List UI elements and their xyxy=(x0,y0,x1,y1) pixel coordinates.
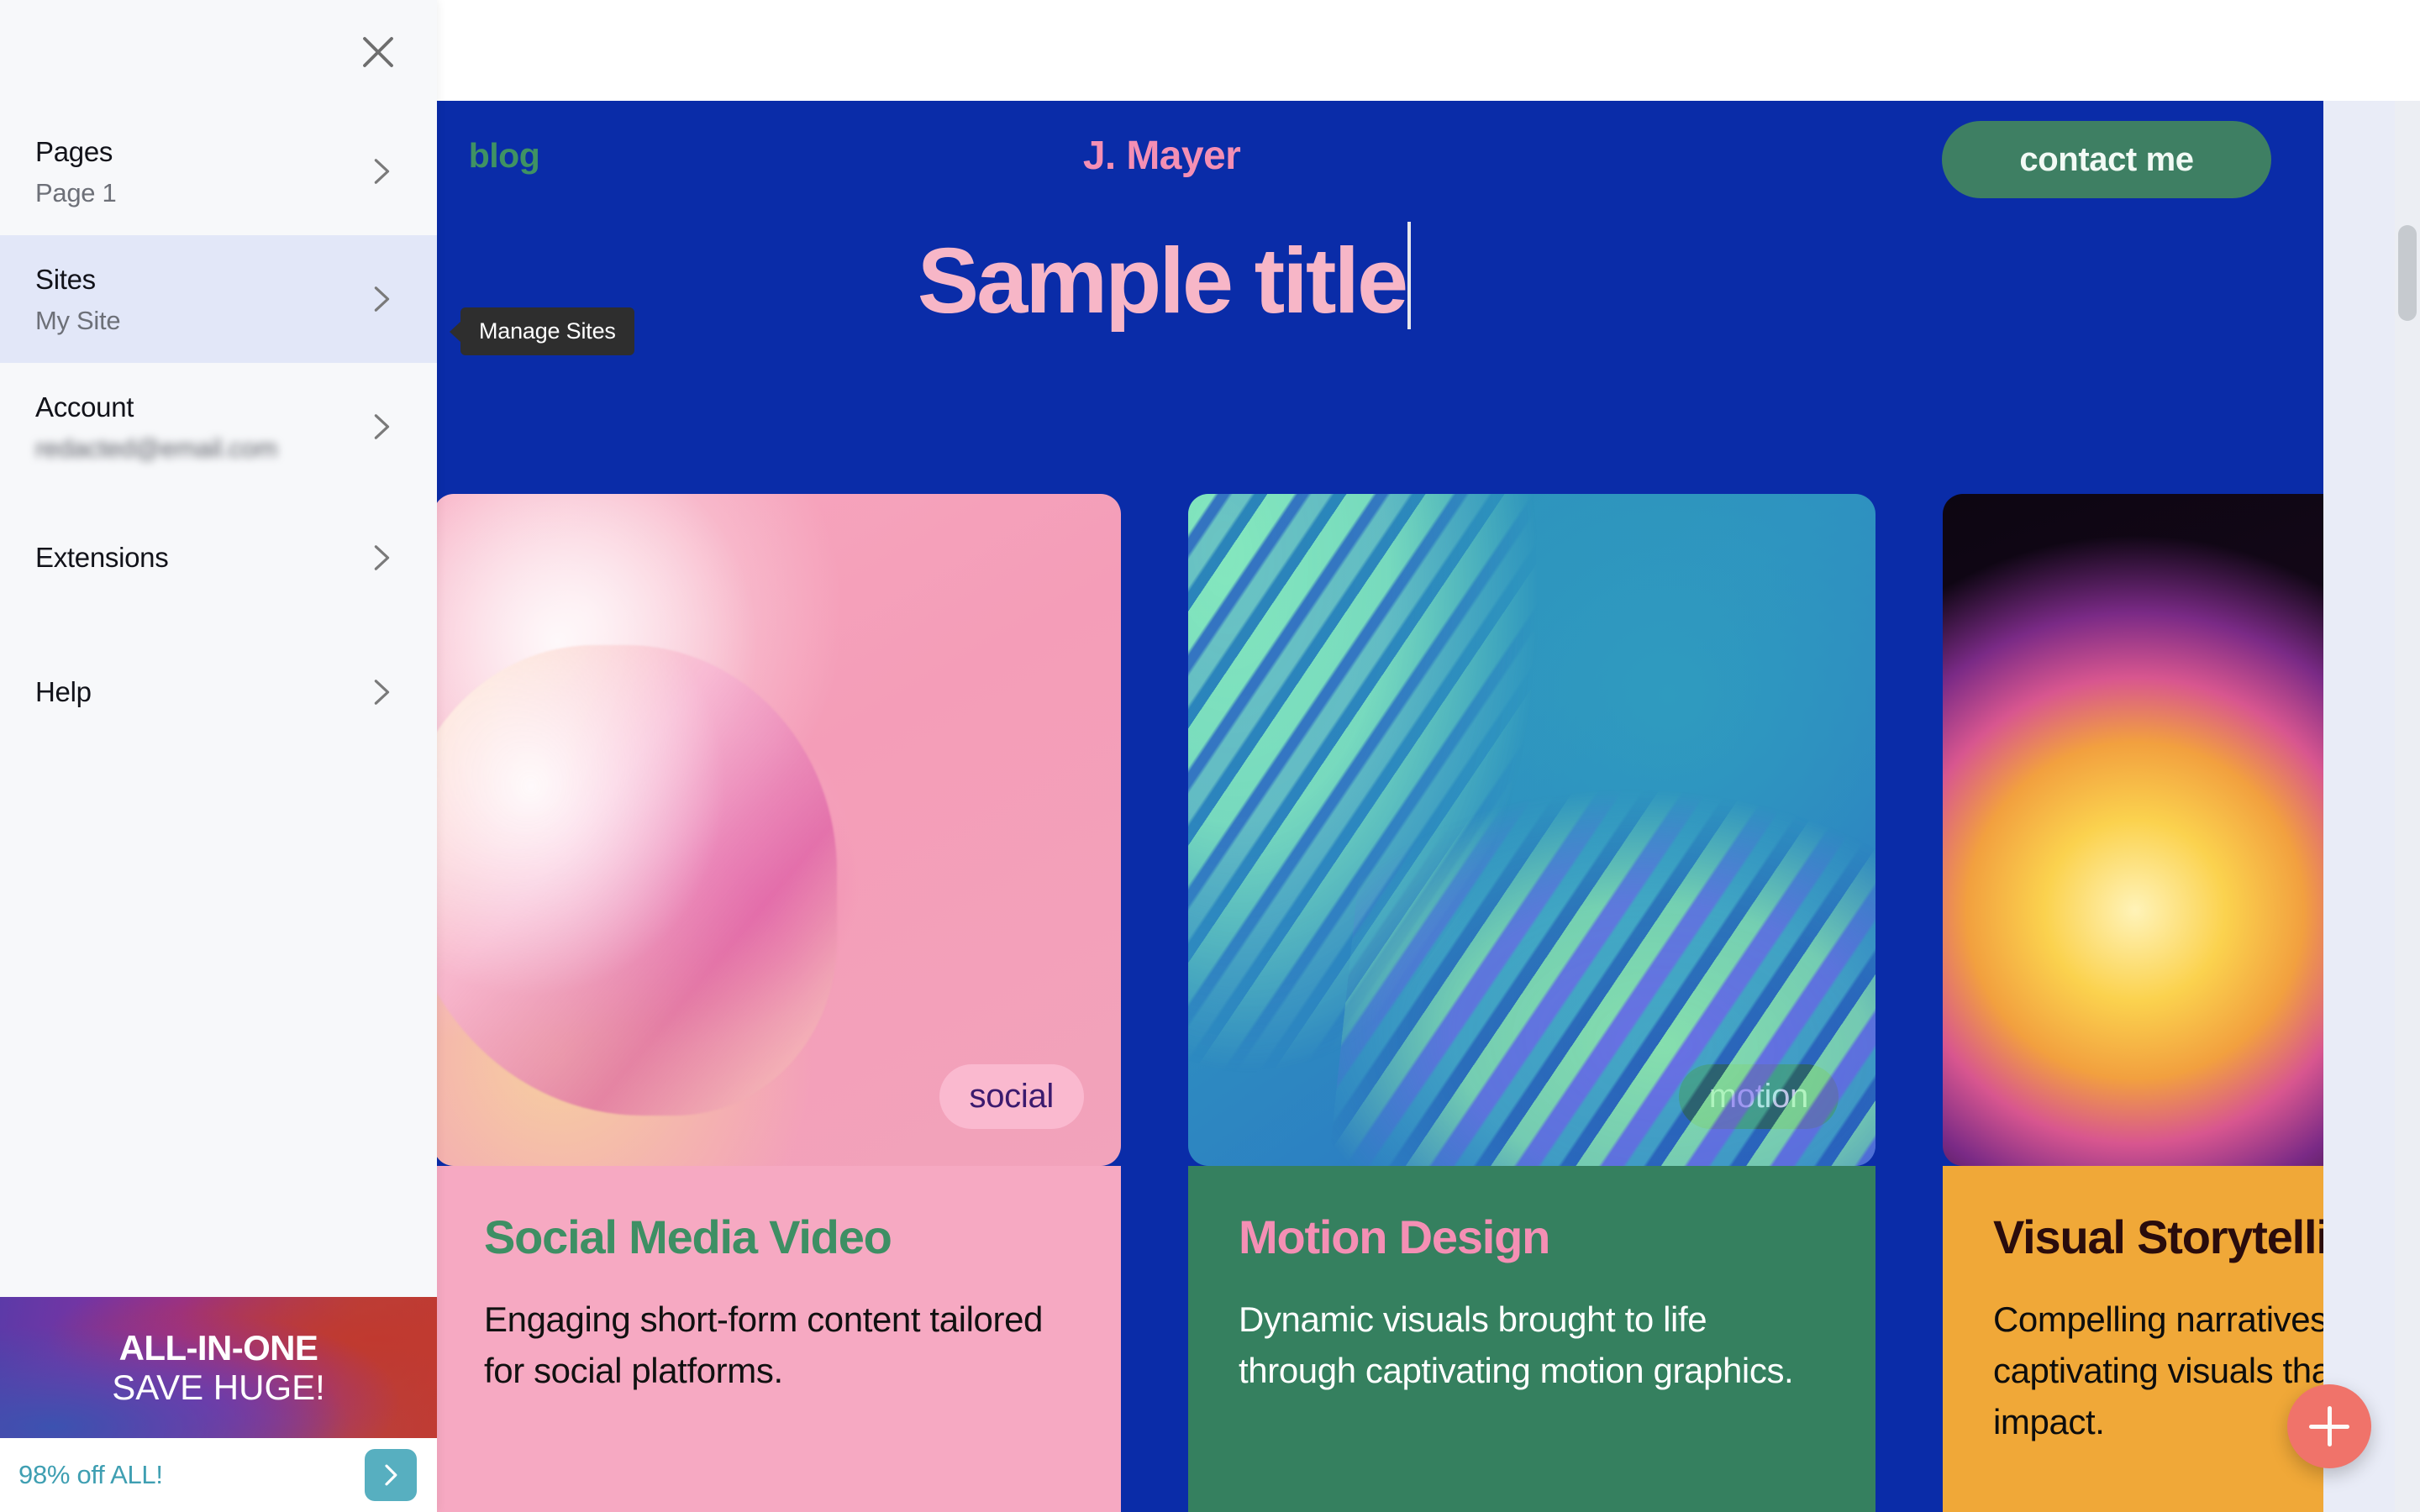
add-element-button[interactable] xyxy=(2287,1384,2371,1468)
card-tag-social: social xyxy=(939,1064,1084,1129)
card-title-motion: Motion Design xyxy=(1239,1210,1550,1263)
plus-icon-vertical xyxy=(2327,1406,2332,1446)
promo-cta-button[interactable] xyxy=(365,1449,417,1501)
sidebar-item-pages-sub: Page 1 xyxy=(35,177,117,207)
card-image-story[interactable]: story xyxy=(1943,494,2323,1166)
cards-row: social Social Media Video Engaging short… xyxy=(437,494,2323,1512)
chevron-right-icon xyxy=(363,408,400,445)
promo-section: ALL-IN-ONE SAVE HUGE! 98% off ALL! xyxy=(0,1297,437,1512)
promo-offer-bar: 98% off ALL! xyxy=(0,1438,437,1512)
main-sidebar-panel: Pages Page 1 Sites My Site Account redac… xyxy=(0,0,437,1512)
card-tag-motion: motion xyxy=(1678,1064,1839,1129)
text-cursor-caret xyxy=(1407,222,1412,329)
promo-offer-text: 98% off ALL! xyxy=(18,1460,163,1489)
promo-headline: ALL-IN-ONE xyxy=(118,1327,318,1368)
hero-title-text: Sample title xyxy=(917,229,1408,333)
card-image-motion[interactable]: motion xyxy=(1188,494,1876,1166)
sidebar-item-sites[interactable]: Sites My Site xyxy=(0,235,437,364)
sidebar-item-account[interactable]: Account redacted@email.com xyxy=(0,363,437,491)
hero-title[interactable]: Sample title xyxy=(918,222,1412,329)
card-desc-story: Compelling narratives told through capti… xyxy=(1993,1299,2323,1441)
sidebar-item-sites-sub: My Site xyxy=(35,305,121,335)
sidebar-item-help-label: Help xyxy=(35,675,92,707)
contact-me-button[interactable]: contact me xyxy=(1942,121,2271,198)
chevron-right-icon xyxy=(363,153,400,190)
card-body-social: Social Media Video Engaging short-form c… xyxy=(437,1166,1121,1512)
card-body-story: Visual Storytelling Compelling narrative… xyxy=(1943,1166,2323,1512)
hero-title-wrapper: Sample title xyxy=(437,222,2323,329)
card-title-story: Visual Storytelling xyxy=(1993,1210,2323,1263)
card-social[interactable]: social Social Media Video Engaging short… xyxy=(437,494,1121,1512)
sidebar-item-pages[interactable]: Pages Page 1 xyxy=(0,108,437,235)
card-body-motion: Motion Design Dynamic visuals brought to… xyxy=(1188,1166,1876,1512)
promo-banner[interactable]: ALL-IN-ONE SAVE HUGE! xyxy=(0,1297,437,1438)
sidebar-item-extensions[interactable]: Extensions xyxy=(0,491,437,625)
card-story[interactable]: story Visual Storytelling Compelling nar… xyxy=(1943,494,2323,1512)
chevron-right-icon xyxy=(363,281,400,318)
card-desc-motion: Dynamic visuals brought to life through … xyxy=(1239,1299,1794,1390)
sidebar-menu-list: Pages Page 1 Sites My Site Account redac… xyxy=(0,108,437,759)
card-image-social[interactable]: social xyxy=(437,494,1121,1166)
close-icon[interactable] xyxy=(351,25,405,79)
sidebar-item-sites-label: Sites xyxy=(35,264,96,296)
sidebar-item-pages-label: Pages xyxy=(35,136,113,167)
chevron-right-icon xyxy=(363,539,400,576)
card-desc-social: Engaging short-form content tailored for… xyxy=(484,1299,1043,1390)
sidebar-item-account-label: Account xyxy=(35,391,134,423)
vertical-scrollbar-thumb[interactable] xyxy=(2398,225,2417,321)
promo-subheadline: SAVE HUGE! xyxy=(112,1368,325,1407)
sidebar-item-extensions-label: Extensions xyxy=(35,541,169,573)
sidebar-item-account-email: redacted@email.com xyxy=(35,433,277,464)
site-canvas[interactable]: portfolio blog J. Mayer contact me Sampl… xyxy=(437,101,2323,1512)
card-motion[interactable]: motion Motion Design Dynamic visuals bro… xyxy=(1188,494,1876,1512)
chevron-right-icon xyxy=(363,674,400,711)
card-title-social: Social Media Video xyxy=(484,1210,892,1263)
site-header: portfolio blog J. Mayer contact me xyxy=(437,101,2323,210)
manage-sites-tooltip: Manage Sites xyxy=(450,307,634,355)
sidebar-item-help[interactable]: Help xyxy=(0,625,437,759)
